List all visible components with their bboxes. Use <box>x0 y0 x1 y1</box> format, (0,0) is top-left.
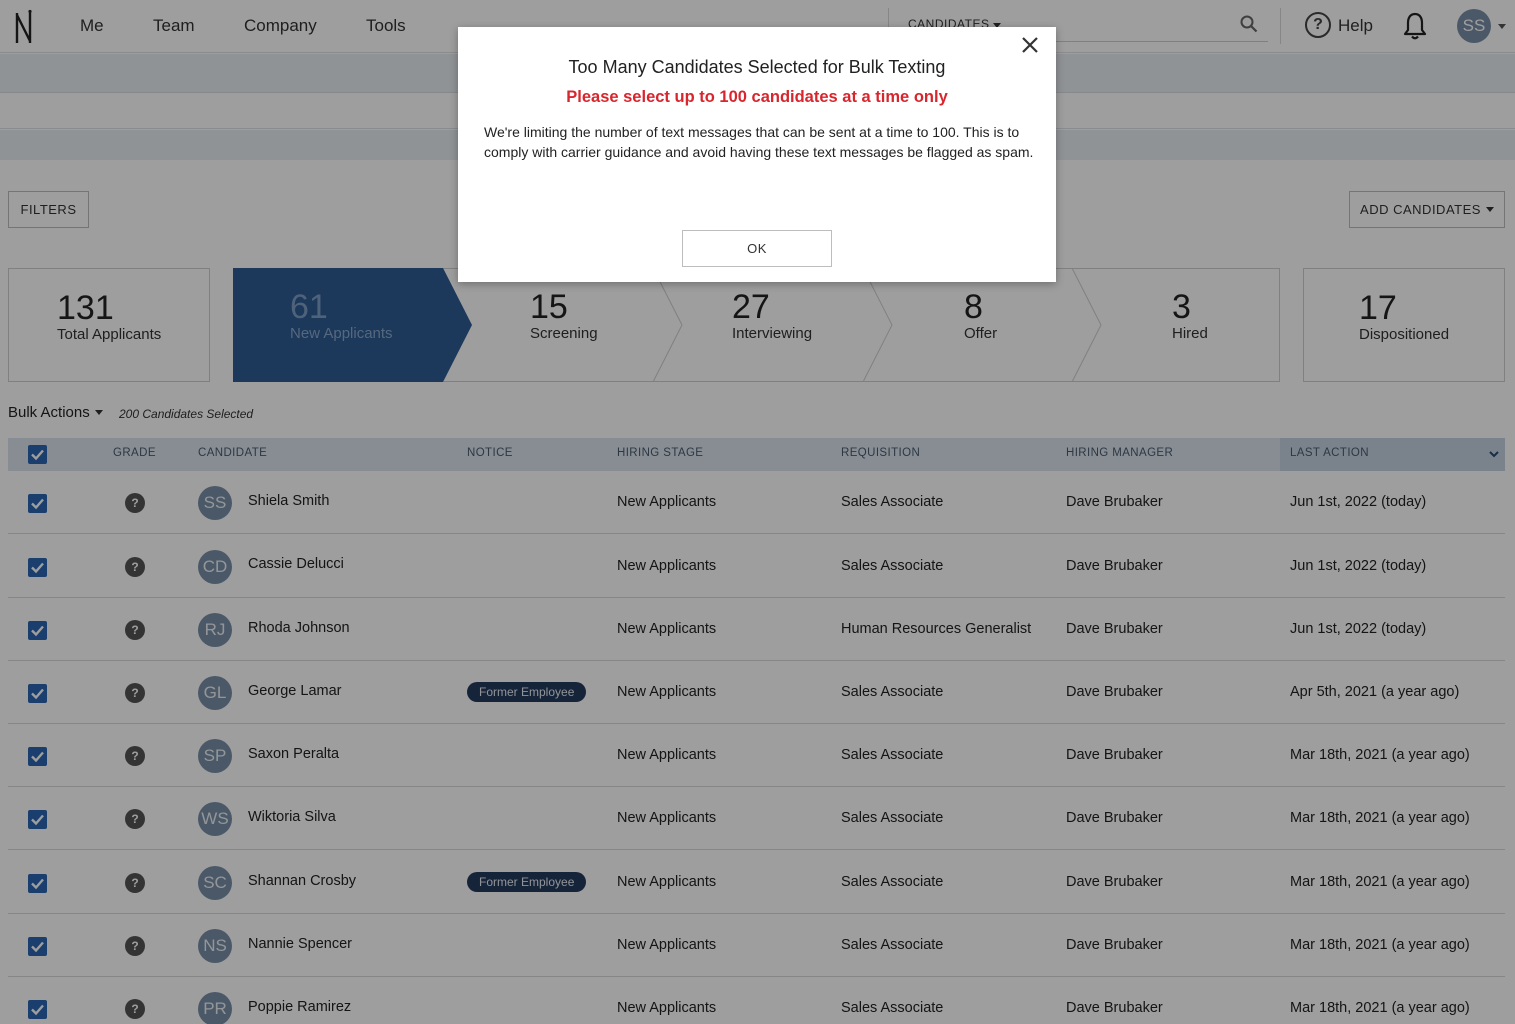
bulk-texting-limit-dialog: Too Many Candidates Selected for Bulk Te… <box>458 27 1056 282</box>
dialog-title: Too Many Candidates Selected for Bulk Te… <box>568 57 946 77</box>
dialog-message: We're limiting the number of text messag… <box>484 124 1034 160</box>
dialog-warning: Please select up to 100 candidates at a … <box>566 88 948 106</box>
close-icon[interactable] <box>1021 36 1039 54</box>
ok-button[interactable]: OK <box>682 230 832 267</box>
